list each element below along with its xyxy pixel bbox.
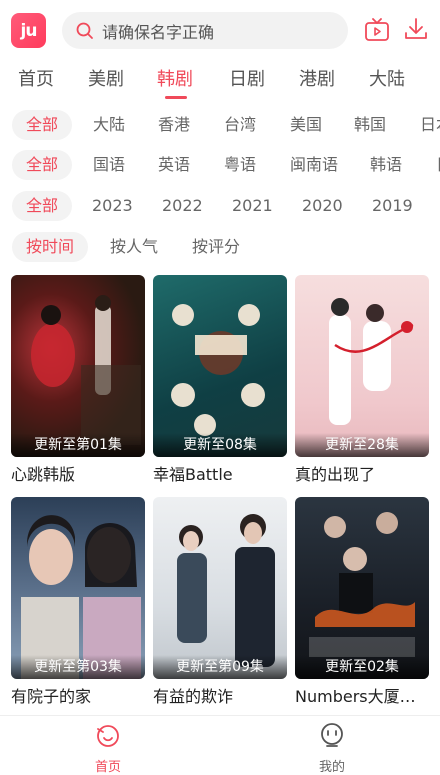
tab-hk-drama[interactable]: 港剧	[299, 65, 335, 91]
filter-row-year: 全部 2023 2022 2021 2020 2019	[0, 187, 440, 223]
filter-chip[interactable]: 闽南语	[290, 150, 338, 180]
poster-art	[21, 515, 141, 679]
episode-badge: 更新至第03集	[11, 655, 145, 679]
nav-profile-label: 我的	[318, 760, 345, 775]
filter-row-language: 全部 国语 英语 粤语 闽南语 韩语 日语	[0, 146, 440, 182]
drama-card[interactable]: 更新至第01集 心跳韩版	[11, 275, 145, 485]
drama-card[interactable]: 更新至28集 真的出现了	[295, 275, 429, 485]
filter-chip[interactable]: 美国	[290, 110, 322, 140]
filter-chip[interactable]: 韩国	[354, 110, 386, 140]
search-bar[interactable]: 请确保名字正确	[62, 12, 348, 49]
tab-mainland[interactable]: 大陆	[369, 65, 405, 91]
filter-chip[interactable]: 全部	[12, 150, 73, 180]
search-placeholder: 请确保名字正确	[102, 22, 215, 42]
poster-image[interactable]: 更新至28集	[295, 275, 429, 457]
episode-badge: 更新至第09集	[153, 655, 287, 679]
drama-title[interactable]: 有院子的家	[11, 683, 145, 707]
filter-chip[interactable]: 粤语	[224, 150, 256, 180]
filter-chip[interactable]: 2021	[232, 191, 273, 221]
poster-image[interactable]: 更新至第09集	[153, 497, 287, 679]
poster-image[interactable]: 更新至第03集	[11, 497, 145, 679]
tab-home[interactable]: 首页	[18, 65, 54, 91]
poster-image[interactable]: 更新至02集	[295, 497, 429, 679]
drama-card[interactable]: 更新至02集 Numbers大厦森林的监…	[295, 497, 429, 707]
poster-art	[171, 304, 265, 436]
filter-chip[interactable]: 国语	[93, 150, 125, 180]
drama-title[interactable]: 真的出现了	[295, 461, 429, 485]
filter-chip[interactable]: 韩语	[370, 150, 402, 180]
filter-chip[interactable]: 2020	[302, 191, 343, 221]
category-tabs: 首页 美剧 韩剧 日剧 港剧 大陆	[0, 60, 440, 100]
active-tab-indicator	[165, 96, 187, 99]
top-bar: ju 请确保名字正确	[0, 0, 440, 60]
poster-art	[31, 295, 141, 445]
filter-chip[interactable]: 台湾	[224, 110, 256, 140]
poster-image[interactable]: 更新至08集	[153, 275, 287, 457]
filter-chip[interactable]: 按评分	[192, 232, 240, 262]
filter-chip[interactable]: 2019	[372, 191, 413, 221]
episode-badge: 更新至28集	[295, 433, 429, 457]
filter-chip[interactable]: 大陆	[93, 110, 125, 140]
home-bubble-icon	[97, 725, 119, 747]
filter-chip[interactable]: 日本	[420, 110, 440, 140]
drama-card[interactable]: 更新至第09集 有益的欺诈	[153, 497, 287, 707]
filter-chip[interactable]: 香港	[158, 110, 190, 140]
tv-icon[interactable]	[364, 18, 390, 42]
search-icon	[76, 22, 93, 39]
app-logo[interactable]: ju	[11, 13, 46, 48]
tab-korean-drama[interactable]: 韩剧	[157, 65, 193, 91]
profile-face-icon	[321, 723, 343, 747]
filter-chip[interactable]: 全部	[12, 110, 73, 140]
filter-row-region: 全部 大陆 香港 台湾 美国 韩国 日本	[0, 106, 440, 142]
episode-badge: 更新至第01集	[11, 433, 145, 457]
drama-card[interactable]: 更新至第03集 有院子的家	[11, 497, 145, 707]
filter-chip[interactable]: 2022	[162, 191, 203, 221]
episode-badge: 更新至08集	[153, 433, 287, 457]
filter-chip[interactable]: 2023	[92, 191, 133, 221]
tab-japanese-drama[interactable]: 日剧	[229, 65, 265, 91]
drama-title[interactable]: Numbers大厦森林的监…	[295, 683, 429, 707]
drama-title[interactable]: 心跳韩版	[11, 461, 145, 485]
filter-chip[interactable]: 按时间	[12, 232, 89, 262]
filter-chip[interactable]: 按人气	[110, 232, 158, 262]
poster-art	[309, 512, 415, 657]
nav-profile[interactable]: 我的	[302, 722, 362, 775]
drama-title[interactable]: 有益的欺诈	[153, 683, 287, 707]
filter-chip[interactable]: 全部	[12, 191, 73, 221]
poster-art	[329, 298, 414, 425]
poster-image[interactable]: 更新至第01集	[11, 275, 145, 457]
filter-row-sort: 按时间 按人气 按评分	[0, 228, 440, 264]
drama-card[interactable]: 更新至08集 幸福Battle	[153, 275, 287, 485]
tab-us-drama[interactable]: 美剧	[88, 65, 124, 91]
nav-home[interactable]: 首页	[78, 722, 138, 775]
download-icon[interactable]	[404, 17, 428, 41]
bottom-nav: 首页 我的	[0, 715, 440, 775]
filter-chip[interactable]: 日语	[436, 150, 440, 180]
filter-chip[interactable]: 英语	[158, 150, 190, 180]
episode-badge: 更新至02集	[295, 655, 429, 679]
nav-home-label: 首页	[94, 760, 121, 775]
poster-art	[177, 514, 275, 667]
drama-title[interactable]: 幸福Battle	[153, 461, 287, 485]
